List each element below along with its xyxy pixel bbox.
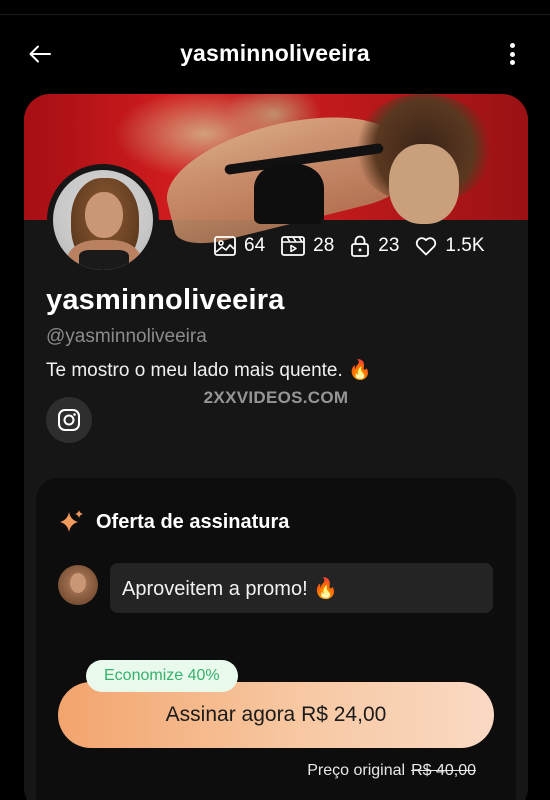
message-avatar	[58, 565, 98, 605]
original-price-label: Preço original	[307, 762, 406, 779]
stat-photos-value: 64	[244, 235, 266, 256]
profile-card: 64 28 23 1.5K yasminnoliveeira @yasminno…	[24, 94, 528, 800]
stat-likes[interactable]: 1.5K	[415, 235, 485, 257]
original-price-value: R$ 40,00	[411, 762, 476, 779]
image-icon	[214, 236, 236, 256]
more-options-button[interactable]	[500, 40, 524, 68]
stat-photos[interactable]: 64	[214, 235, 265, 257]
subscribe-button-label: Assinar agora R$ 24,00	[165, 703, 387, 726]
instagram-button[interactable]	[46, 397, 92, 443]
profile-bio: Te mostro o meu lado mais quente. 🔥	[46, 360, 372, 381]
avatar[interactable]	[53, 170, 153, 270]
heart-icon	[416, 237, 437, 256]
profile-handle: @yasminnoliveeira	[46, 326, 207, 347]
top-bar: yasminnoliveeira	[0, 26, 550, 82]
stat-locked-value: 23	[378, 235, 400, 256]
original-price-row: Preço original R$ 40,00	[307, 762, 476, 780]
status-divider	[0, 14, 550, 15]
offer-header: Oferta de assinatura	[58, 508, 289, 536]
more-vertical-icon	[509, 43, 515, 48]
discount-badge-text: Economize 40%	[104, 667, 220, 684]
stat-locked[interactable]: 23	[350, 235, 399, 257]
stat-videos[interactable]: 28	[281, 235, 334, 257]
watermark-text: 2XXVIDEOS.COM	[203, 388, 349, 407]
subscription-offer: Oferta de assinatura Aproveitem a promo!…	[36, 478, 516, 800]
profile-name: yasminnoliveeira	[46, 284, 285, 316]
offer-title: Oferta de assinatura	[96, 510, 290, 533]
promo-message: Aproveitem a promo! 🔥	[110, 563, 493, 613]
promo-message-text: Aproveitem a promo! 🔥	[122, 577, 339, 600]
sparkle-icon	[60, 510, 83, 532]
page-title: yasminnoliveeira	[180, 40, 370, 66]
stats-bar: 64 28 23 1.5K	[214, 232, 485, 260]
instagram-icon	[58, 409, 80, 431]
stat-videos-value: 28	[313, 235, 335, 256]
discount-badge: Economize 40%	[86, 660, 238, 692]
lock-icon	[351, 235, 370, 257]
video-icon	[281, 236, 306, 256]
stat-likes-value: 1.5K	[445, 235, 485, 256]
